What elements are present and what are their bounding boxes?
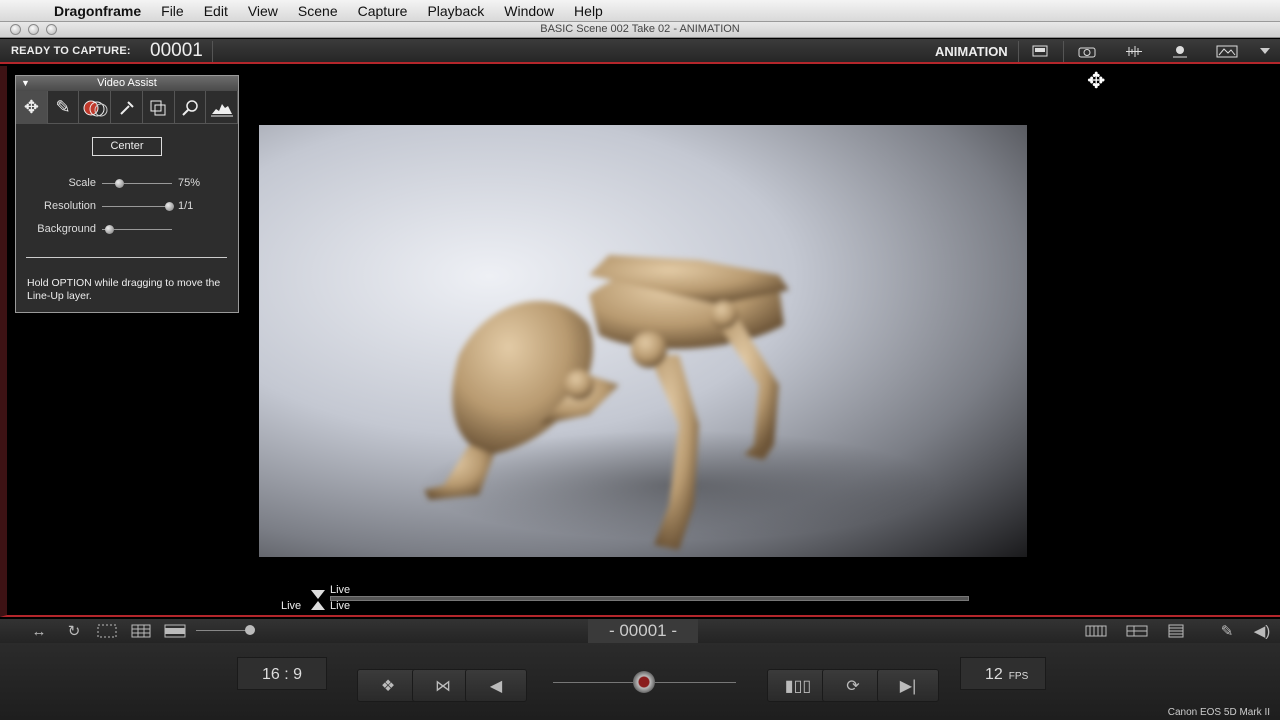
resolution-label: Resolution (44, 200, 96, 212)
rotate-icon[interactable]: ↻ (62, 622, 86, 640)
menu-app-name[interactable]: Dragonframe (48, 3, 151, 19)
center-button[interactable]: Center (92, 137, 162, 156)
fit-width-icon[interactable]: ↔ (27, 622, 51, 640)
zoom-slider-track[interactable] (196, 630, 251, 631)
frames-view-icon[interactable]: ▮▯▯ (767, 669, 829, 702)
layers-icon[interactable] (79, 91, 112, 124)
step-back-icon[interactable]: ◀ (465, 669, 527, 702)
capture-frame-number: 00001 (150, 40, 203, 61)
screen-icon[interactable] (1210, 41, 1244, 61)
playback-controls: 16 : 9 ❖ ⋈ ◀ ▮▯▯ ⟳ ▶| 12 FPS Canon EOS 5D… (0, 643, 1280, 720)
video-assist-tools: ✥ ✎ (16, 91, 239, 124)
resolution-slider-track[interactable] (102, 206, 172, 207)
video-assist-header[interactable]: ▼ Video Assist (16, 76, 238, 91)
live-video-frame[interactable] (259, 125, 1027, 557)
menu-window[interactable]: Window (494, 3, 564, 19)
copy-icon[interactable] (143, 91, 175, 124)
aspect-ratio-selector[interactable]: 16 : 9 (237, 657, 327, 690)
timeline-view-icon[interactable] (1125, 622, 1149, 640)
menu-capture[interactable]: Capture (348, 3, 418, 19)
workspace-mode-label[interactable]: ANIMATION (935, 44, 1008, 59)
collapse-triangle-icon[interactable]: ▼ (21, 76, 30, 91)
move-cursor-icon: ✥ (1087, 68, 1106, 93)
camera-name: Canon EOS 5D Mark II (1167, 707, 1270, 718)
fps-selector[interactable]: 12 FPS (960, 657, 1046, 690)
scale-label: Scale (68, 177, 96, 189)
timeline-live-label-bottom: Live (330, 600, 351, 612)
grid-icon[interactable] (129, 622, 153, 640)
background-row: Background (26, 223, 226, 237)
resolution-slider-knob[interactable] (164, 202, 174, 211)
resolution-row: Resolution 1/1 (26, 200, 226, 214)
puppet-figure-image (419, 255, 939, 550)
background-label: Background (37, 223, 96, 235)
window-title: BASIC Scene 002 Take 02 - ANIMATION (540, 23, 740, 35)
timeline-live-label-top: Live (330, 584, 351, 596)
eyedropper-icon[interactable] (111, 91, 143, 124)
fps-value: 12 (985, 666, 1003, 683)
go-to-live-icon[interactable]: ▶| (877, 669, 939, 702)
video-assist-title: Video Assist (97, 77, 157, 89)
toolbar-divider (1063, 41, 1064, 62)
current-frame-display[interactable]: - 00001 - (588, 619, 698, 643)
background-slider-knob[interactable] (105, 225, 115, 234)
loop-icon[interactable]: ⟳ (822, 669, 884, 702)
filmstrip-icon[interactable] (1084, 622, 1108, 640)
video-assist-panel: ▼ Video Assist ✥ ✎ Center Scale 75% Reso… (15, 75, 239, 313)
toolbar-divider (1018, 41, 1019, 62)
menu-playback[interactable]: Playback (417, 3, 494, 19)
menu-triangle-icon[interactable] (1250, 41, 1280, 61)
scale-slider-track[interactable] (102, 183, 172, 184)
timeline-live-label-left: Live (281, 600, 302, 612)
fps-unit: FPS (1008, 671, 1029, 682)
playback-slider-knob[interactable] (633, 671, 655, 693)
ready-to-capture-label: READY TO CAPTURE: (11, 45, 131, 57)
toolbar-divider (212, 41, 213, 62)
line-up-hint-text: Hold OPTION while dragging to move the L… (27, 277, 221, 302)
resolution-value: 1/1 (178, 200, 194, 212)
shortplay-icon[interactable]: ❖ (357, 669, 419, 702)
menu-edit[interactable]: Edit (194, 3, 238, 19)
histogram-icon[interactable] (206, 91, 239, 124)
view-options-bar: ↔ ↻ - 00001 - ✎ ◀) (0, 619, 1280, 643)
menu-scene[interactable]: Scene (288, 3, 348, 19)
magnifier-icon[interactable] (175, 91, 207, 124)
xsheet-icon[interactable] (1164, 622, 1188, 640)
scale-row: Scale 75% (26, 177, 226, 191)
notes-icon[interactable]: ✎ (1215, 622, 1239, 640)
waveform-icon[interactable] (1117, 41, 1151, 61)
zoom-slider-knob[interactable] (245, 625, 255, 635)
menu-file[interactable]: File (151, 3, 194, 19)
camera-icon[interactable] (1070, 41, 1104, 61)
scale-slider-knob[interactable] (115, 179, 125, 188)
timeline-track[interactable] (330, 596, 969, 601)
display-icon[interactable] (1023, 41, 1057, 61)
playhead-icon[interactable] (310, 589, 326, 611)
menu-help[interactable]: Help (564, 3, 613, 19)
move-icon[interactable]: ✥ (16, 91, 48, 124)
pencil-icon[interactable]: ✎ (48, 91, 80, 124)
menu-view[interactable]: View (238, 3, 288, 19)
audio-icon[interactable]: ◀) (1250, 622, 1274, 640)
safe-area-icon[interactable] (95, 622, 119, 640)
light-icon[interactable] (1163, 41, 1197, 61)
panel-divider (26, 257, 227, 258)
window-titlebar: BASIC Scene 002 Take 02 - ANIMATION (0, 22, 1280, 38)
menu-bar: Dragonframe File Edit View Scene Capture… (0, 0, 1280, 22)
capture-toolbar: READY TO CAPTURE: 00001 ANIMATION (0, 39, 1280, 64)
scale-value: 75% (178, 177, 201, 189)
letterbox-icon[interactable] (163, 622, 187, 640)
